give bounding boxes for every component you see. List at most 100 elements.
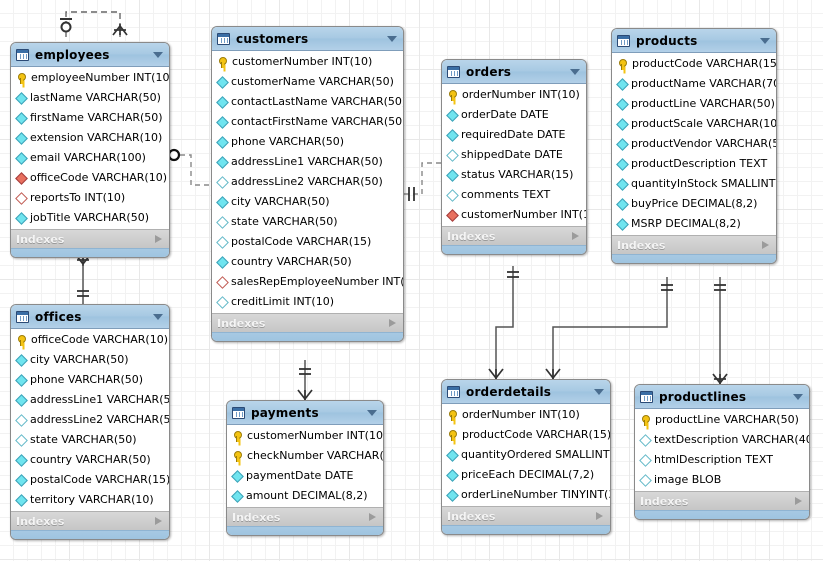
column-row[interactable]: customerNumber INT(10) xyxy=(212,52,403,72)
column-row[interactable]: firstName VARCHAR(50) xyxy=(11,108,169,128)
indexes-section-employees[interactable]: Indexes xyxy=(11,229,169,248)
indexes-section-offices[interactable]: Indexes xyxy=(11,511,169,530)
column-row[interactable]: checkNumber VARCHAR(50) xyxy=(227,446,383,466)
indexes-section-orderdetails[interactable]: Indexes xyxy=(442,506,610,525)
chevron-down-icon[interactable] xyxy=(594,389,604,395)
column-row[interactable]: officeCode VARCHAR(10) xyxy=(11,168,169,188)
chevron-down-icon[interactable] xyxy=(153,314,163,320)
column-row[interactable]: productName VARCHAR(70) xyxy=(612,74,776,94)
column-row[interactable]: phone VARCHAR(50) xyxy=(11,370,169,390)
column-row[interactable]: country VARCHAR(50) xyxy=(212,252,403,272)
column-row[interactable]: comments TEXT xyxy=(442,185,586,205)
table-header-products[interactable]: products xyxy=(612,29,776,53)
column-row[interactable]: creditLimit INT(10) xyxy=(212,292,403,312)
chevron-right-icon[interactable] xyxy=(369,513,376,521)
chevron-right-icon[interactable] xyxy=(155,235,162,243)
column-row[interactable]: productDescription TEXT xyxy=(612,154,776,174)
column-row[interactable]: state VARCHAR(50) xyxy=(212,212,403,232)
column-row[interactable]: postalCode VARCHAR(15) xyxy=(11,470,169,490)
column-row[interactable]: addressLine1 VARCHAR(50) xyxy=(11,390,169,410)
chevron-right-icon[interactable] xyxy=(572,232,579,240)
column-row[interactable]: buyPrice DECIMAL(8,2) xyxy=(612,194,776,214)
column-row[interactable]: orderNumber INT(10) xyxy=(442,85,586,105)
column-row[interactable]: quantityInStock SMALLINT(6) xyxy=(612,174,776,194)
indexes-section-productlines[interactable]: Indexes xyxy=(635,491,809,510)
column-row[interactable]: city VARCHAR(50) xyxy=(212,192,403,212)
column-row[interactable]: orderNumber INT(10) xyxy=(442,405,610,425)
table-header-productlines[interactable]: productlines xyxy=(635,385,809,409)
chevron-down-icon[interactable] xyxy=(570,69,580,75)
column-row[interactable]: productCode VARCHAR(15) xyxy=(442,425,610,445)
column-row[interactable]: productCode VARCHAR(15) xyxy=(612,54,776,74)
column-row[interactable]: lastName VARCHAR(50) xyxy=(11,88,169,108)
column-row[interactable]: orderDate DATE xyxy=(442,105,586,125)
column-row[interactable]: orderLineNumber TINYINT(3) xyxy=(442,485,610,505)
column-row[interactable]: productLine VARCHAR(50) xyxy=(612,94,776,114)
column-row[interactable]: reportsTo INT(10) xyxy=(11,188,169,208)
chevron-right-icon[interactable] xyxy=(389,319,396,327)
chevron-down-icon[interactable] xyxy=(387,36,397,42)
column-row[interactable]: productLine VARCHAR(50) xyxy=(635,410,809,430)
column-row[interactable]: quantityOrdered SMALLINT(5) xyxy=(442,445,610,465)
column-row[interactable]: contactFirstName VARCHAR(50) xyxy=(212,112,403,132)
table-payments[interactable]: paymentscustomerNumber INT(10)checkNumbe… xyxy=(226,400,384,536)
table-header-customers[interactable]: customers xyxy=(212,27,403,51)
column-row[interactable]: addressLine2 VARCHAR(50) xyxy=(212,172,403,192)
column-row[interactable]: MSRP DECIMAL(8,2) xyxy=(612,214,776,234)
column-row[interactable]: priceEach DECIMAL(7,2) xyxy=(442,465,610,485)
column-row[interactable]: employeeNumber INT(10) xyxy=(11,68,169,88)
chevron-down-icon[interactable] xyxy=(793,394,803,400)
column-row[interactable]: customerName VARCHAR(50) xyxy=(212,72,403,92)
chevron-down-icon[interactable] xyxy=(153,52,163,58)
column-row[interactable]: addressLine1 VARCHAR(50) xyxy=(212,152,403,172)
table-orderdetails[interactable]: orderdetailsorderNumber INT(10)productCo… xyxy=(441,379,611,535)
column-row[interactable]: postalCode VARCHAR(15) xyxy=(212,232,403,252)
column-row[interactable]: image BLOB xyxy=(635,470,809,490)
column-row[interactable]: amount DECIMAL(8,2) xyxy=(227,486,383,506)
indexes-section-orders[interactable]: Indexes xyxy=(442,226,586,245)
chevron-right-icon[interactable] xyxy=(762,241,769,249)
table-products[interactable]: productsproductCode VARCHAR(15)productNa… xyxy=(611,28,777,264)
column-row[interactable]: territory VARCHAR(10) xyxy=(11,490,169,510)
column-row[interactable]: email VARCHAR(100) xyxy=(11,148,169,168)
column-row[interactable]: state VARCHAR(50) xyxy=(11,430,169,450)
column-row[interactable]: phone VARCHAR(50) xyxy=(212,132,403,152)
column-row[interactable]: textDescription VARCHAR(4000) xyxy=(635,430,809,450)
column-row[interactable]: jobTitle VARCHAR(50) xyxy=(11,208,169,228)
chevron-right-icon[interactable] xyxy=(795,497,802,505)
column-row[interactable]: status VARCHAR(15) xyxy=(442,165,586,185)
table-customers[interactable]: customerscustomerNumber INT(10)customerN… xyxy=(211,26,404,342)
chevron-down-icon[interactable] xyxy=(367,410,377,416)
column-row[interactable]: customerNumber INT(10) xyxy=(442,205,586,225)
column-row[interactable]: extension VARCHAR(10) xyxy=(11,128,169,148)
table-productlines[interactable]: productlinesproductLine VARCHAR(50)textD… xyxy=(634,384,810,520)
column-row[interactable]: officeCode VARCHAR(10) xyxy=(11,330,169,350)
column-row[interactable]: city VARCHAR(50) xyxy=(11,350,169,370)
indexes-section-payments[interactable]: Indexes xyxy=(227,507,383,526)
table-employees[interactable]: employeesemployeeNumber INT(10)lastName … xyxy=(10,42,170,258)
column-row[interactable]: productVendor VARCHAR(50) xyxy=(612,134,776,154)
table-header-payments[interactable]: payments xyxy=(227,401,383,425)
column-row[interactable]: productScale VARCHAR(10) xyxy=(612,114,776,134)
column-row[interactable]: htmlDescription TEXT xyxy=(635,450,809,470)
chevron-right-icon[interactable] xyxy=(596,512,603,520)
column-row[interactable]: contactLastName VARCHAR(50) xyxy=(212,92,403,112)
column-row[interactable]: shippedDate DATE xyxy=(442,145,586,165)
column-row[interactable]: customerNumber INT(10) xyxy=(227,426,383,446)
table-header-orders[interactable]: orders xyxy=(442,60,586,84)
table-header-employees[interactable]: employees xyxy=(11,43,169,67)
column-row[interactable]: addressLine2 VARCHAR(50) xyxy=(11,410,169,430)
table-header-orderdetails[interactable]: orderdetails xyxy=(442,380,610,404)
column-row[interactable]: paymentDate DATE xyxy=(227,466,383,486)
indexes-section-customers[interactable]: Indexes xyxy=(212,313,403,332)
column-row[interactable]: requiredDate DATE xyxy=(442,125,586,145)
column-row[interactable]: salesRepEmployeeNumber INT(10) xyxy=(212,272,403,292)
table-orders[interactable]: ordersorderNumber INT(10)orderDate DATEr… xyxy=(441,59,587,255)
chevron-down-icon[interactable] xyxy=(760,38,770,44)
table-header-offices[interactable]: offices xyxy=(11,305,169,329)
indexes-section-products[interactable]: Indexes xyxy=(612,235,776,254)
chevron-right-icon[interactable] xyxy=(155,517,162,525)
eer-diagram-canvas[interactable]: employeesemployeeNumber INT(10)lastName … xyxy=(0,0,823,561)
column-row[interactable]: country VARCHAR(50) xyxy=(11,450,169,470)
table-offices[interactable]: officesofficeCode VARCHAR(10)city VARCHA… xyxy=(10,304,170,540)
